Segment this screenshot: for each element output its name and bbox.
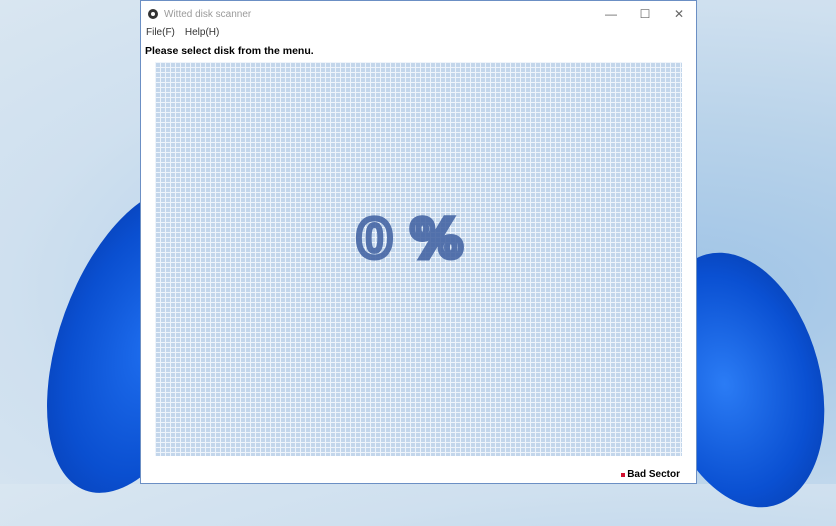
menu-help[interactable]: Help(H) [185, 27, 219, 41]
close-button[interactable]: ✕ [662, 7, 696, 21]
title-bar[interactable]: Witted disk scanner — ☐ ✕ [141, 1, 696, 27]
app-window: Witted disk scanner — ☐ ✕ File(F) Help(H… [140, 0, 697, 484]
maximize-button[interactable]: ☐ [628, 7, 662, 21]
progress-percent: 0% [353, 207, 481, 273]
app-icon [148, 9, 158, 19]
bad-sector-swatch-icon [621, 472, 626, 477]
menu-file[interactable]: File(F) [146, 27, 175, 41]
legend-bad-sector: Bad Sector [621, 469, 680, 480]
window-title: Witted disk scanner [164, 8, 252, 20]
status-text: Please select disk from the menu. [145, 45, 314, 57]
menu-bar: File(F) Help(H) [141, 27, 696, 41]
legend-label: Bad Sector [627, 469, 680, 480]
sector-map-grid: 0% [155, 62, 682, 456]
minimize-button[interactable]: — [594, 7, 628, 21]
